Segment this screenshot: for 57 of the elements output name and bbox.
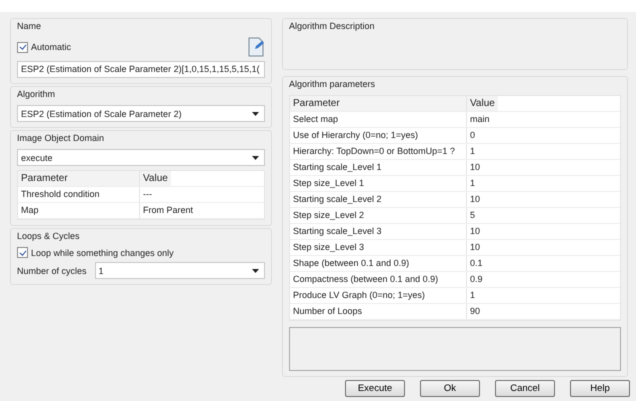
- table-cell: Starting scale_Level 1: [290, 160, 467, 175]
- cycles-dropdown[interactable]: 1: [94, 262, 265, 279]
- group-label: Name: [17, 21, 42, 31]
- table-cell-text: 10: [469, 241, 482, 254]
- table-cell-text: main: [469, 113, 491, 126]
- table-cell-text: 10: [469, 161, 482, 174]
- dialog-button[interactable]: Help: [570, 380, 630, 397]
- table-cell: Step size_Level 1: [290, 176, 467, 191]
- document-icon[interactable]: [247, 37, 265, 57]
- table-cell-text: 10: [469, 193, 482, 206]
- field-label: Number of cycles: [17, 266, 87, 276]
- table-cell-text: 1: [469, 145, 476, 158]
- algorithm-dropdown[interactable]: ESP2 (Estimation of Scale Parameter 2): [17, 105, 265, 122]
- table-cell: Compactness (between 0.1 and 0.9): [290, 272, 467, 287]
- column-header: Value: [140, 171, 171, 186]
- table-cell-text: 0: [469, 129, 476, 142]
- table-cell: Starting scale_Level 3: [290, 224, 467, 239]
- caret-icon: [252, 268, 259, 272]
- column-header: Parameter: [18, 171, 140, 186]
- table-cell-text: ---: [142, 188, 153, 201]
- dialog-button[interactable]: Cancel: [495, 380, 555, 397]
- table-cell-text: 1: [469, 289, 476, 302]
- name-field[interactable]: ESP2 (Estimation of Scale Parameter 2)[1,0,15,1,15,5,15,1(: [17, 61, 265, 78]
- table-cell-text: 0.1: [469, 257, 484, 270]
- table-cell-text: 1: [469, 177, 476, 190]
- dialog-button[interactable]: Ok: [420, 380, 480, 397]
- table-cell: Number of Loops: [290, 304, 467, 319]
- table-cell: Shape (between 0.1 and 0.9): [290, 256, 467, 271]
- column-header: Value: [467, 96, 498, 111]
- table-cell-text: 10: [469, 225, 482, 238]
- column-header: Parameter: [290, 96, 467, 111]
- table-cell: Hierarchy: TopDown=0 or BottomUp=1 ?: [290, 144, 467, 159]
- table-cell-text: 0.9: [469, 273, 484, 286]
- checkbox-label: Automatic: [31, 42, 72, 52]
- group-label: Algorithm: [17, 89, 56, 99]
- table-cell: Threshold condition: [18, 187, 140, 202]
- table-cell: Produce LV Graph (0=no; 1=yes): [290, 288, 467, 303]
- table-cell-text: From Parent: [142, 204, 194, 217]
- table-cell: Starting scale_Level 2: [290, 192, 467, 207]
- table-cell: Step size_Level 3: [290, 240, 467, 255]
- table-cell-text: 90: [469, 305, 482, 318]
- group-label: Algorithm Description: [289, 21, 376, 31]
- table-cell: Select map: [290, 112, 467, 127]
- dialog-button[interactable]: Execute: [345, 380, 405, 397]
- table-cell: Use of Hierarchy (0=no; 1=yes): [290, 128, 467, 143]
- domain-dropdown[interactable]: execute: [17, 149, 265, 166]
- table-cell: Step size_Level 2: [290, 208, 467, 223]
- checkbox[interactable]: [17, 42, 28, 52]
- table-cell-text: 5: [469, 209, 476, 222]
- group-label: Algorithm parameters: [289, 79, 376, 89]
- group-label: Image Object Domain: [17, 133, 106, 143]
- table-cell: Map: [18, 203, 140, 218]
- group-label: Loops & Cycles: [17, 231, 81, 241]
- caret-icon: [252, 112, 259, 116]
- checkbox-label: Loop while something changes only: [31, 248, 174, 258]
- checkbox[interactable]: [17, 247, 28, 258]
- caret-icon: [252, 156, 259, 160]
